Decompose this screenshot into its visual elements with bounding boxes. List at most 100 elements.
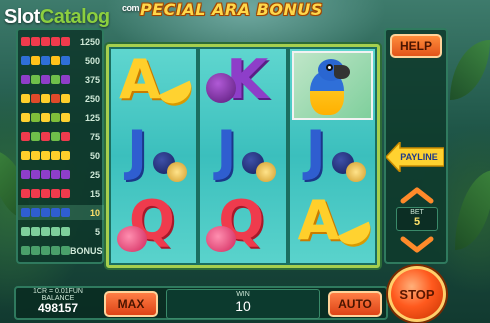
symbol-letter-a: A [119,51,161,111]
auto-spin-button[interactable]: AUTO [328,291,382,317]
symbol-icon [41,227,50,236]
reel: AJQ [111,49,197,263]
symbol-icon [61,189,70,198]
symbol-icon [41,56,50,65]
symbol-icon [41,37,50,46]
balance-value: 498157 [37,301,79,315]
symbol-icon [41,208,50,217]
paytable-value: 75 [89,131,100,142]
symbol-icon [31,94,40,103]
symbol-icon [31,208,40,217]
reel-cell: J [202,122,283,191]
symbol-icon [41,170,50,179]
brand-suffix: com [122,3,140,13]
symbol-icon [31,189,40,198]
passionfruit-icon [345,161,366,182]
symbol-icon [21,94,30,103]
help-button[interactable]: HELP [390,34,442,58]
paytable-symbol-icons [21,246,70,255]
paytable-row: 15 [18,186,104,201]
symbol-icon [61,170,70,179]
symbol-icon [51,94,60,103]
balance-display: 1CR = 0.01FUN BALANCE 498157 [16,287,100,319]
symbol-icon [41,151,50,160]
reel: KJQ [200,49,286,263]
symbol-icon [21,113,30,122]
paytable-value: 15 [89,188,100,199]
symbol-letter-j: J [216,121,237,182]
symbol-icon [61,227,70,236]
symbol-icon [31,37,40,46]
symbol-icon [31,227,40,236]
brand-watermark: SlotCatalog com [4,3,140,29]
symbol-icon [51,170,60,179]
banana-icon [337,221,373,253]
paytable-value: 1250 [79,36,100,47]
max-bet-button[interactable]: MAX [104,291,158,317]
payline-button[interactable]: PAYLINE [386,142,444,172]
paytable-symbol-icons [21,208,70,217]
paytable-value: BONUS [70,245,103,256]
win-label: WIN [236,291,250,298]
symbol-icon [51,132,60,141]
stop-button[interactable]: STOP [388,266,446,322]
symbol-icon [61,37,70,46]
paytable-value: 5 [94,226,100,237]
paytable-symbol-icons [21,189,70,198]
paytable-symbol-icons [21,227,70,236]
paytable-row: BONUS [18,243,104,258]
symbol-icon [31,151,40,160]
paytable-symbol-icons [21,151,70,160]
symbol-icon [41,246,50,255]
symbol-icon [61,113,70,122]
symbol-icon [31,75,40,84]
bet-down-button[interactable] [400,236,434,254]
game-title: PECIAL ARA BONUS [140,0,323,19]
symbol-icon [21,227,30,236]
passionfruit-icon [167,161,187,182]
paytable-symbol-icons [21,56,70,65]
symbol-icon [31,113,40,122]
chevron-up-icon [400,187,434,204]
symbol-icon [21,75,30,84]
symbol-icon [21,37,30,46]
symbol-icon [61,56,70,65]
paytable-symbol-icons [21,75,70,84]
passionfruit-icon [256,161,277,182]
symbol-icon [51,208,60,217]
reel-cell: A [113,51,195,120]
symbol-icon [41,75,50,84]
parrot-eye-icon [325,64,333,71]
symbol-icon [51,56,60,65]
paytable-value: 25 [89,169,100,180]
paytable-symbol-icons [21,170,70,179]
symbol-icon [61,132,70,141]
paytable-symbol-icons [21,37,70,46]
symbol-icon [21,132,30,141]
symbol-icon [61,246,70,255]
symbol-icon [61,75,70,84]
symbol-icon [61,208,70,217]
paytable-row: 375 [18,72,104,87]
paytable-symbol-icons [21,132,70,141]
bet-up-button[interactable] [400,186,434,204]
paytable-row: 25 [18,167,104,182]
reel-cell: Q [202,192,283,261]
paytable-value: 10 [89,207,100,218]
symbol-icon [51,113,60,122]
paytable: 1250 500 375 250 125 75 50 25 15 10 5 BONUS [16,28,104,264]
symbol-letter-a: A [297,192,340,253]
symbol-icon [31,170,40,179]
reel-cell: A [292,192,373,261]
symbol-icon [51,75,60,84]
symbol-icon [31,246,40,255]
paytable-value: 125 [84,112,100,123]
symbol-icon [21,170,30,179]
reel-cell: J [292,122,373,191]
reel-cell: K [202,51,283,120]
bet-value: 5 [413,216,421,228]
paytable-value: 375 [84,74,100,85]
paytable-row: 50 [18,148,104,163]
paytable-row: 500 [18,53,104,68]
symbol-icon [41,189,50,198]
